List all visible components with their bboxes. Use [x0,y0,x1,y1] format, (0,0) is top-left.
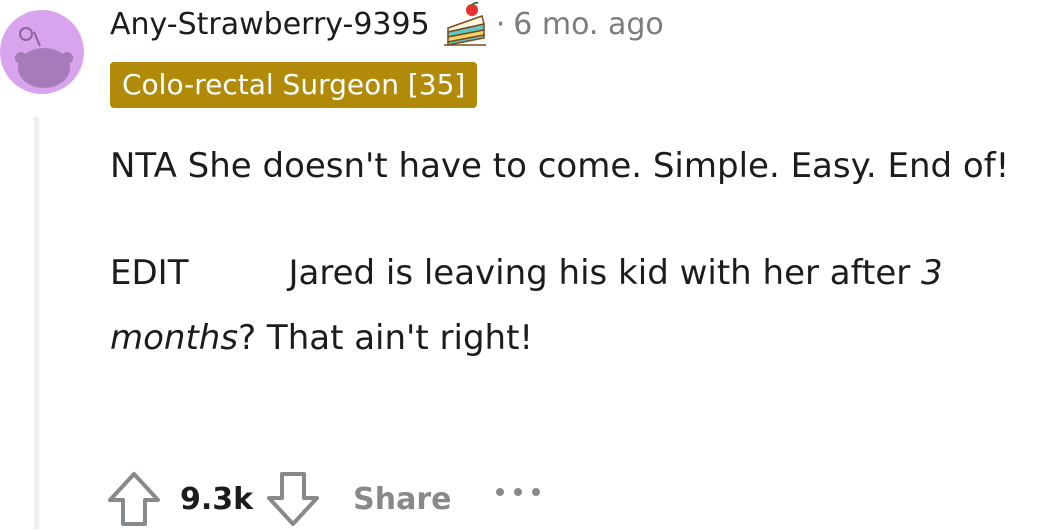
comment-header: Any-Strawberry-9395 · 6 mo. ago [110,2,664,46]
edit-text: Jared is leaving his kid with her after [288,253,922,293]
meta-separator: · [495,6,506,42]
more-options-icon[interactable] [493,482,543,502]
snoo-avatar-icon [0,10,84,94]
upvote-arrow-icon[interactable] [106,468,162,530]
author-username[interactable]: Any-Strawberry-9395 [110,7,430,42]
downvote-arrow-icon[interactable] [265,468,321,530]
avatar[interactable] [0,10,84,94]
cake-day-icon[interactable] [442,2,488,46]
vote-score: 9.3k [180,481,254,517]
edit-text-end: ? That ain't right! [238,318,534,358]
comment-paragraph-edit: EDIT Jared is leaving his kid with her af… [110,241,1060,371]
comment-timestamp[interactable]: 6 mo. ago [513,7,664,42]
comment-paragraph: NTA She doesn't have to come. Simple. Ea… [110,146,1010,186]
comment-body: NTA She doesn't have to come. Simple. Ea… [110,134,1060,371]
comment-action-bar: 9.3k Share [106,468,543,530]
share-button[interactable]: Share [353,482,451,517]
edit-label: EDIT [110,253,189,293]
thread-collapse-line[interactable] [34,117,39,529]
user-flair: Colo-rectal Surgeon [35] [110,62,478,108]
